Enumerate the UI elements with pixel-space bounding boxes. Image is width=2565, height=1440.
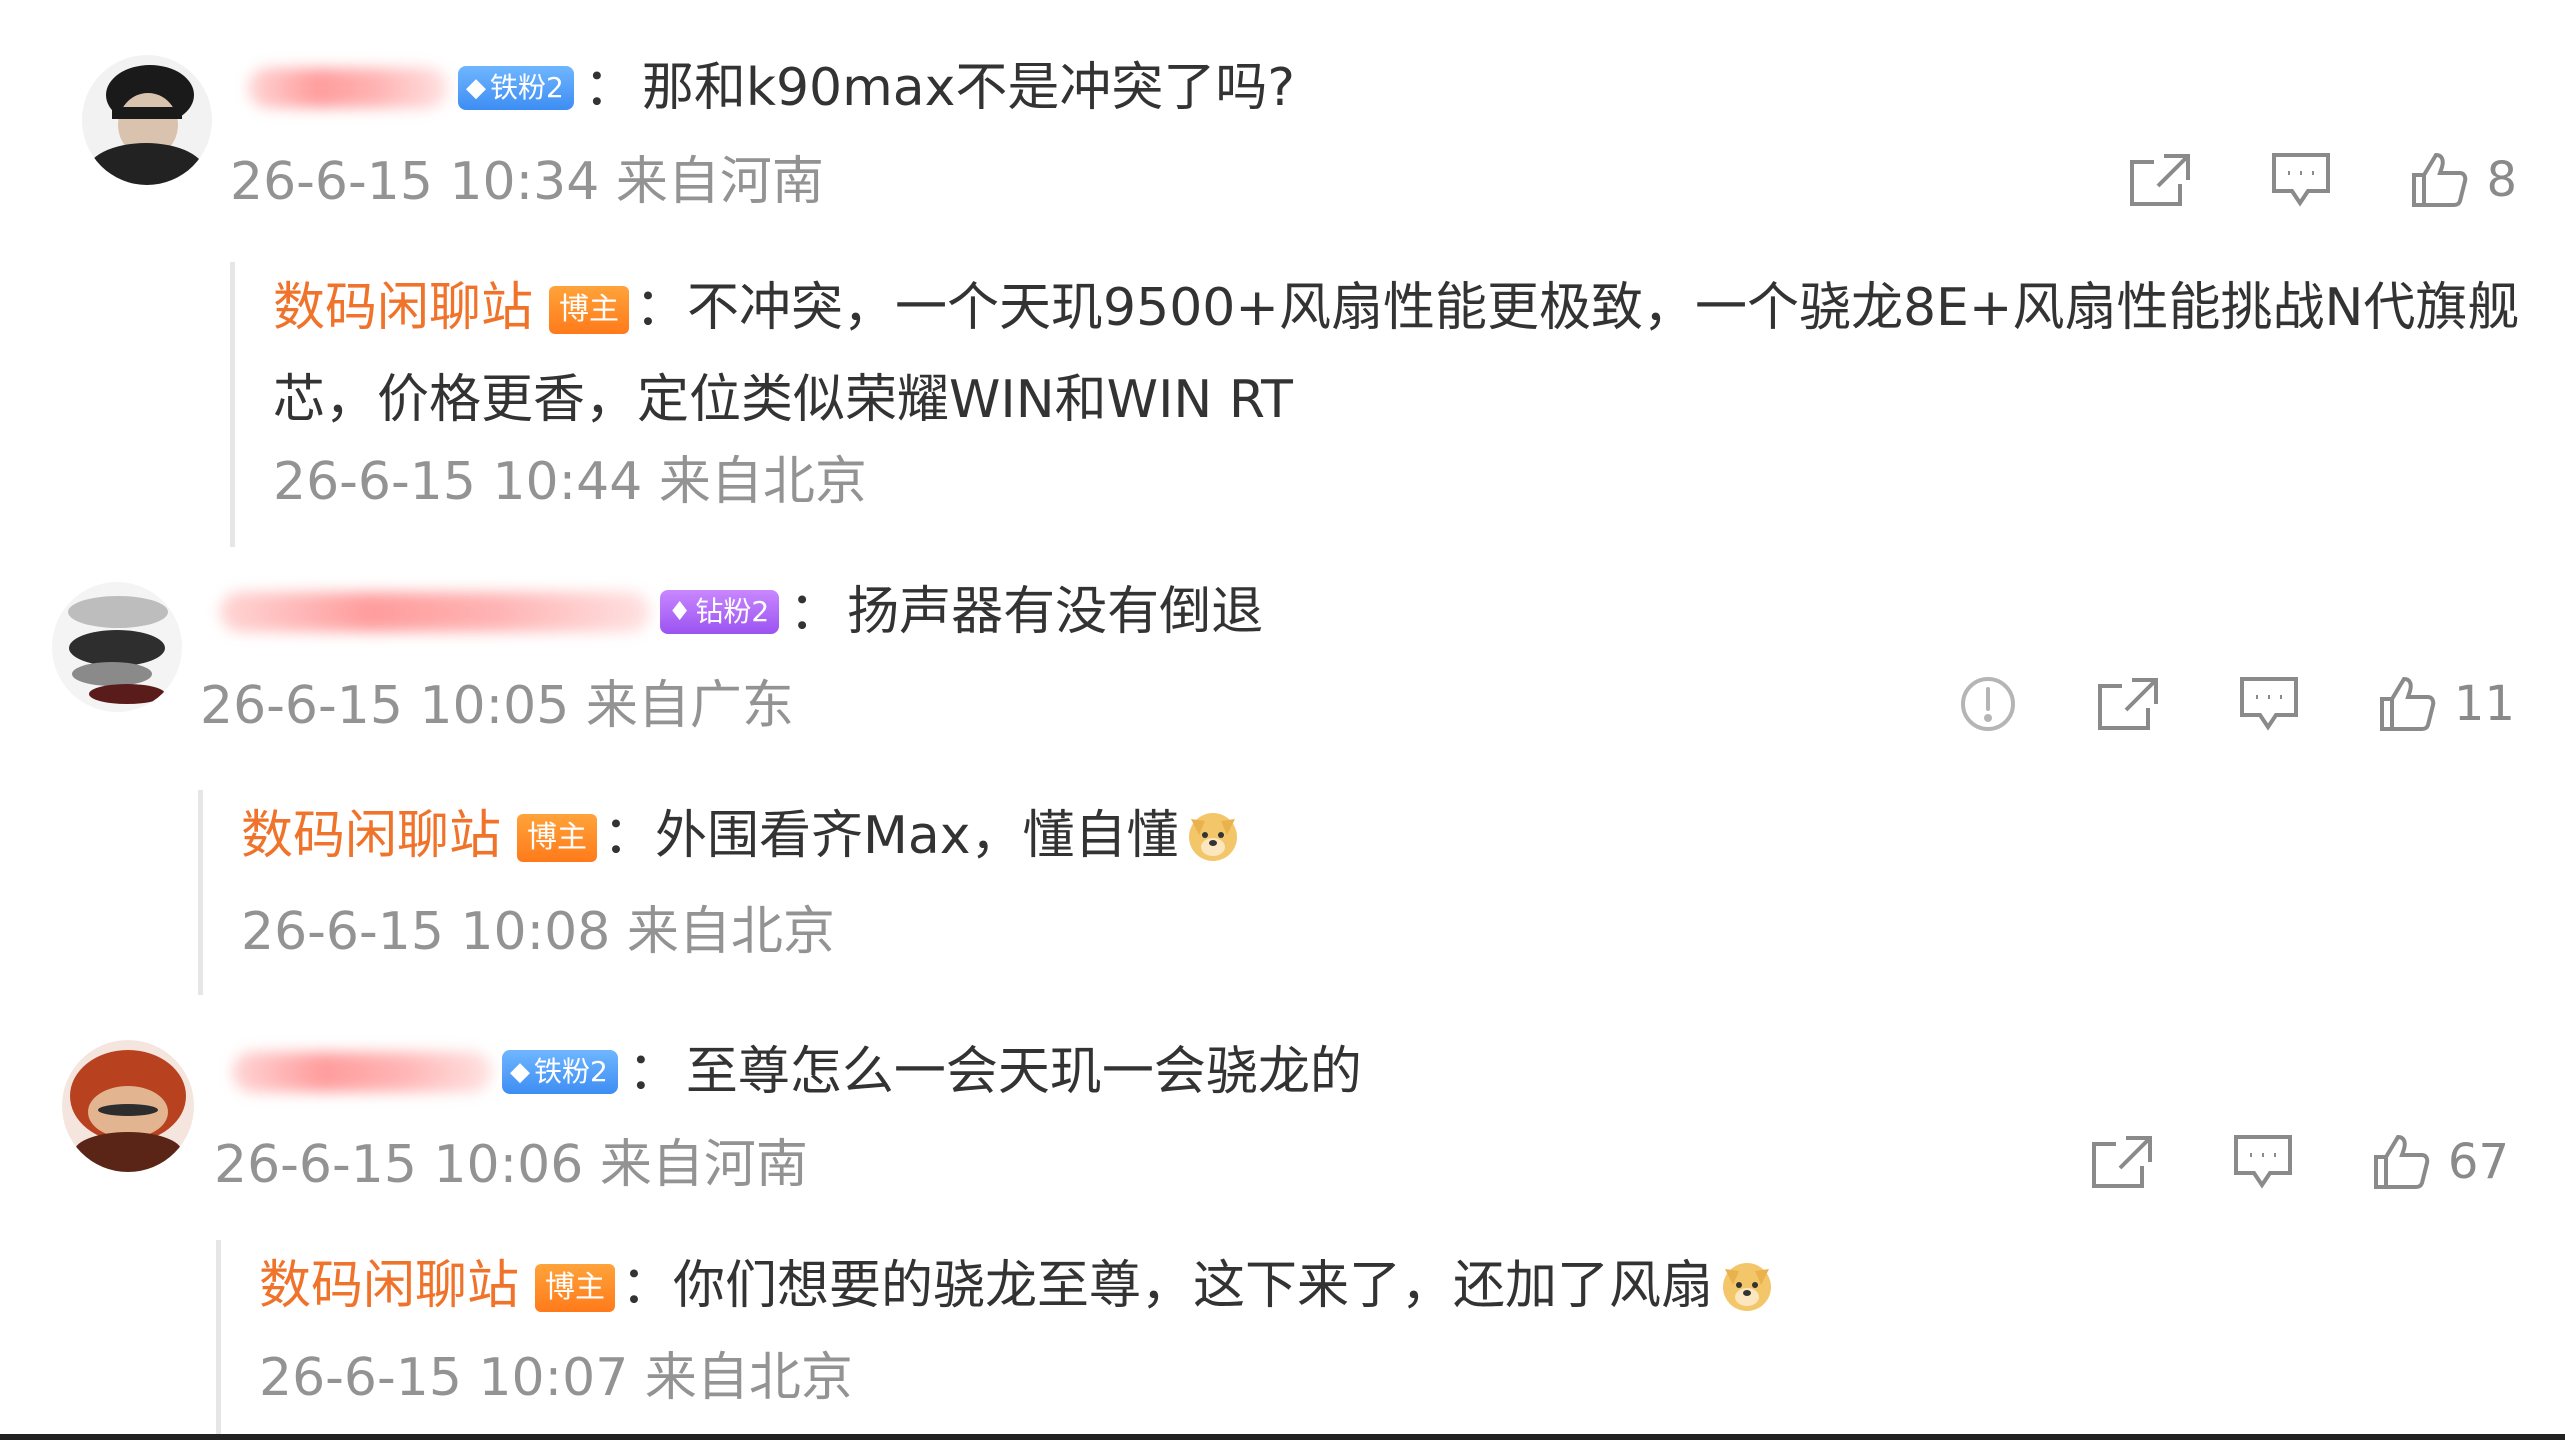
avatar[interactable] [62,1040,194,1172]
report-icon[interactable] [1958,674,2018,734]
like-count: 67 [2447,1134,2509,1190]
reply-author[interactable]: 数码闲聊站 [241,806,501,866]
reply-text-block: 数码闲聊站 博主 ：外围看齐Max，懂自懂 [241,790,2501,882]
comment-meta: 26-6-15 10:05 来自广东 [200,676,794,736]
separator: ： [603,806,656,866]
reply-text-block: 数码闲聊站 博主 ：不冲突，一个天玑9500+风扇性能更极致，一个骁龙8E+风扇性能… [273,262,2533,446]
blurred-username[interactable] [248,68,448,108]
reply-meta: 26-6-15 10:44 来自北京 [273,452,867,512]
diamond-gem-icon: ◆ [510,1057,530,1087]
separator: ： [627,1042,680,1102]
comment-icon[interactable] [2232,1133,2294,1191]
comment-header: ♦ 钻粉2 ： 扬声器有没有倒退 [220,580,1263,644]
separator: ： [789,582,842,642]
reply-thread: 数码闲聊站 博主 ：你们想要的骁龙至尊，这下来了，还加了风扇 26-6-15 10:… [216,1240,2501,1440]
avatar[interactable] [82,55,212,185]
reply-thread: 数码闲聊站 博主 ：外围看齐Max，懂自懂 26-6-15 10:08 来自北京 [198,790,2503,995]
comment-text: 那和k90max不是冲突了吗? [641,58,1296,118]
fan-badge-label: 铁粉2 [490,71,564,104]
thumbs-up-icon[interactable]: 67 [2372,1133,2509,1191]
fan-badge[interactable]: ◆ 铁粉2 [502,1050,618,1094]
doge-emoji-icon [1717,1252,1777,1312]
reply-text: 外围看齐Max，懂自懂 [655,806,1179,866]
fan-badge-label: 铁粉2 [534,1055,608,1088]
fan-badge-label: 钻粉2 [695,595,770,628]
doge-emoji-icon [1183,802,1243,862]
thumbs-up-icon[interactable]: 8 [2410,151,2517,209]
comment-actions: 8 [2050,148,2517,212]
fan-badge[interactable]: ◆ 铁粉2 [458,66,574,110]
reply-author[interactable]: 数码闲聊站 [273,278,533,338]
comment-text: 至尊怎么一会天玑一会骁龙的 [685,1042,1362,1102]
reply-meta: 26-6-15 10:07 来自北京 [259,1348,853,1408]
comment-icon[interactable] [2238,675,2300,733]
avatar[interactable] [52,582,182,712]
reply-author[interactable]: 数码闲聊站 [259,1256,519,1316]
comment-actions: 67 [2012,1130,2509,1194]
separator: ： [635,278,688,338]
separator: ： [583,58,636,118]
comment-meta: 26-6-15 10:06 来自河南 [214,1135,808,1195]
like-count: 11 [2453,676,2515,732]
share-icon[interactable] [2090,1134,2154,1190]
share-icon[interactable] [2128,152,2192,208]
reply-meta: 26-6-15 10:08 来自北京 [241,902,835,962]
diamond-gem-icon: ◆ [466,73,486,103]
blurred-username[interactable] [220,592,650,632]
share-icon[interactable] [2096,676,2160,732]
separator: ： [621,1256,674,1316]
fan-badge[interactable]: ♦ 钻粉2 [660,590,780,634]
host-badge: 博主 [549,286,630,334]
blurred-username[interactable] [232,1052,492,1092]
comment-header: ◆ 铁粉2 ： 至尊怎么一会天玑一会骁龙的 [232,1040,1362,1104]
comment-header: ◆ 铁粉2 ： 那和k90max不是冲突了吗? [248,56,1295,120]
reply-thread: 数码闲聊站 博主 ：不冲突，一个天玑9500+风扇性能更极致，一个骁龙8E+风扇性能… [230,262,2519,547]
reply-text: 你们想要的骁龙至尊，这下来了，还加了风扇 [673,1256,1714,1316]
comment-icon[interactable] [2270,151,2332,209]
reply-text-block: 数码闲聊站 博主 ：你们想要的骁龙至尊，这下来了，还加了风扇 [259,1240,2499,1332]
comment-text: 扬声器有没有倒退 [847,582,1264,642]
host-badge: 博主 [535,1264,616,1312]
diamond-gem-icon: ♦ [668,597,692,627]
comment-meta: 26-6-15 10:34 来自河南 [230,152,824,212]
like-count: 8 [2486,152,2517,208]
thumbs-up-icon[interactable]: 11 [2378,675,2515,733]
host-badge: 博主 [517,814,598,862]
bottom-divider [0,1434,2565,1440]
comment-actions: 11 [1880,672,2515,736]
